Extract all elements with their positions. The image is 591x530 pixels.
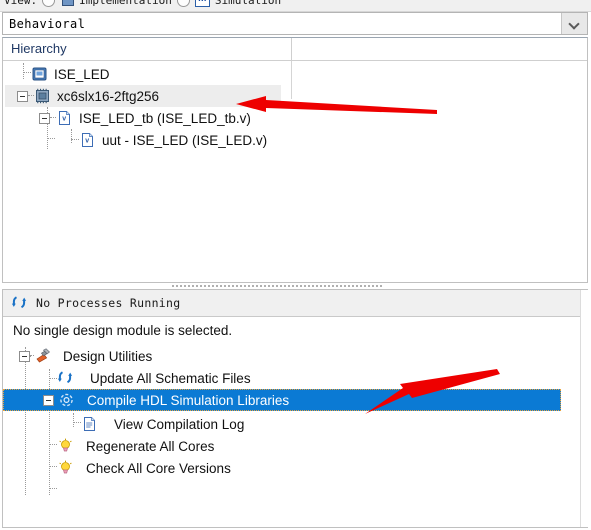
- processes-scrollbar[interactable]: [580, 290, 589, 527]
- tree-guide: [49, 369, 51, 495]
- hierarchy-node-label: uut - ISE_LED (ISE_LED.v): [102, 132, 268, 148]
- compile-libraries-icon: [58, 392, 75, 408]
- hierarchy-node-uut-ise-led[interactable]: v uut - ISE_LED (ISE_LED.v): [71, 129, 267, 151]
- processes-panel: No Processes Running No single design mo…: [2, 289, 588, 528]
- no-module-selected-note: No single design module is selected.: [13, 323, 233, 338]
- hierarchy-column-label: Hierarchy: [11, 41, 67, 56]
- fpga-chip-icon: [34, 88, 51, 104]
- collapse-expander-icon[interactable]: [17, 90, 28, 102]
- tree-guide: [47, 138, 55, 140]
- tree-guide: [23, 72, 31, 74]
- process-item-label: Compile HDL Simulation Libraries: [87, 392, 290, 408]
- hierarchy-panel: Hierarchy ISE_LED xc6slx16-2ftg256 v ISE…: [2, 37, 588, 283]
- column-divider[interactable]: [291, 38, 292, 60]
- svg-text:v: v: [85, 138, 89, 145]
- log-document-icon: [81, 416, 98, 432]
- tree-guide: [49, 488, 57, 490]
- core-bulb-icon: [57, 438, 74, 454]
- process-item-check-all-core-versions[interactable]: Check All Core Versions: [57, 457, 231, 479]
- hierarchy-tree: ISE_LED xc6slx16-2ftg256 v ISE_LED_tb (I…: [3, 61, 587, 282]
- process-item-update-all-schematic-files[interactable]: Update All Schematic Files: [57, 367, 251, 389]
- collapse-expander-icon[interactable]: [19, 350, 30, 362]
- process-item-label: Design Utilities: [63, 348, 153, 364]
- collapse-expander-icon[interactable]: [39, 112, 50, 124]
- implementation-radio[interactable]: [42, 0, 56, 7]
- hierarchy-node-xc6slx16[interactable]: xc6slx16-2ftg256: [5, 85, 281, 107]
- collapse-expander-icon[interactable]: [43, 394, 54, 406]
- process-item-view-compilation-log[interactable]: View Compilation Log: [81, 413, 244, 435]
- process-item-regenerate-all-cores[interactable]: Regenerate All Cores: [57, 435, 214, 457]
- process-item-compile-hdl-simulation-libraries[interactable]: Compile HDL Simulation Libraries: [3, 389, 561, 411]
- chevron-down-icon[interactable]: [561, 13, 587, 34]
- tree-guide: [73, 413, 75, 427]
- processes-tree: No single design module is selected. Des…: [3, 317, 587, 527]
- simulation-label[interactable]: Simulation: [215, 0, 281, 7]
- tree-guide: [71, 139, 79, 141]
- tree-guide: [23, 63, 25, 79]
- tree-guide: [25, 347, 27, 495]
- view-label: View:: [4, 0, 38, 7]
- tree-guide: [49, 378, 57, 380]
- simulation-radio[interactable]: [176, 0, 190, 7]
- hierarchy-node-label: ISE_LED_tb (ISE_LED_tb.v): [79, 110, 251, 126]
- tree-guide: [73, 422, 81, 424]
- svg-text:v: v: [62, 116, 66, 123]
- view-toolbar: View: Implementation M Simulation: [0, 0, 591, 12]
- implementation-label[interactable]: Implementation: [79, 0, 172, 7]
- tree-guide: [49, 466, 57, 468]
- process-item-label: View Compilation Log: [114, 416, 245, 432]
- verilog-file-icon: v: [79, 132, 96, 148]
- project-folder-icon: [31, 66, 48, 82]
- modelsim-m-icon: M: [194, 0, 210, 7]
- process-item-design-utilities[interactable]: Design Utilities: [19, 345, 152, 367]
- hierarchy-node-label: ISE_LED: [54, 66, 110, 82]
- hierarchy-node-ise-led-tb[interactable]: v ISE_LED_tb (ISE_LED_tb.v): [39, 107, 251, 129]
- processes-status-text: No Processes Running: [36, 296, 181, 310]
- design-view-value: Behavioral: [9, 16, 86, 31]
- tree-guide: [49, 444, 57, 446]
- chip-icon: [60, 0, 75, 6]
- core-bulb-icon: [57, 460, 74, 476]
- design-view-selector[interactable]: Behavioral: [2, 12, 588, 35]
- column-divider-line: [291, 61, 292, 99]
- verilog-file-icon: v: [56, 110, 73, 126]
- process-item-label: Update All Schematic Files: [90, 370, 251, 386]
- hierarchy-column-header[interactable]: Hierarchy: [3, 38, 587, 61]
- process-item-label: Check All Core Versions: [86, 460, 231, 476]
- process-item-label: Regenerate All Cores: [86, 438, 215, 454]
- processes-panel-header: No Processes Running: [3, 290, 587, 317]
- refresh-icon: [11, 295, 28, 311]
- hierarchy-node-ise-led[interactable]: ISE_LED: [31, 63, 110, 85]
- refresh-icon: [57, 370, 74, 386]
- hierarchy-node-label: xc6slx16-2ftg256: [57, 88, 160, 104]
- design-utilities-hammer-icon: [34, 348, 51, 364]
